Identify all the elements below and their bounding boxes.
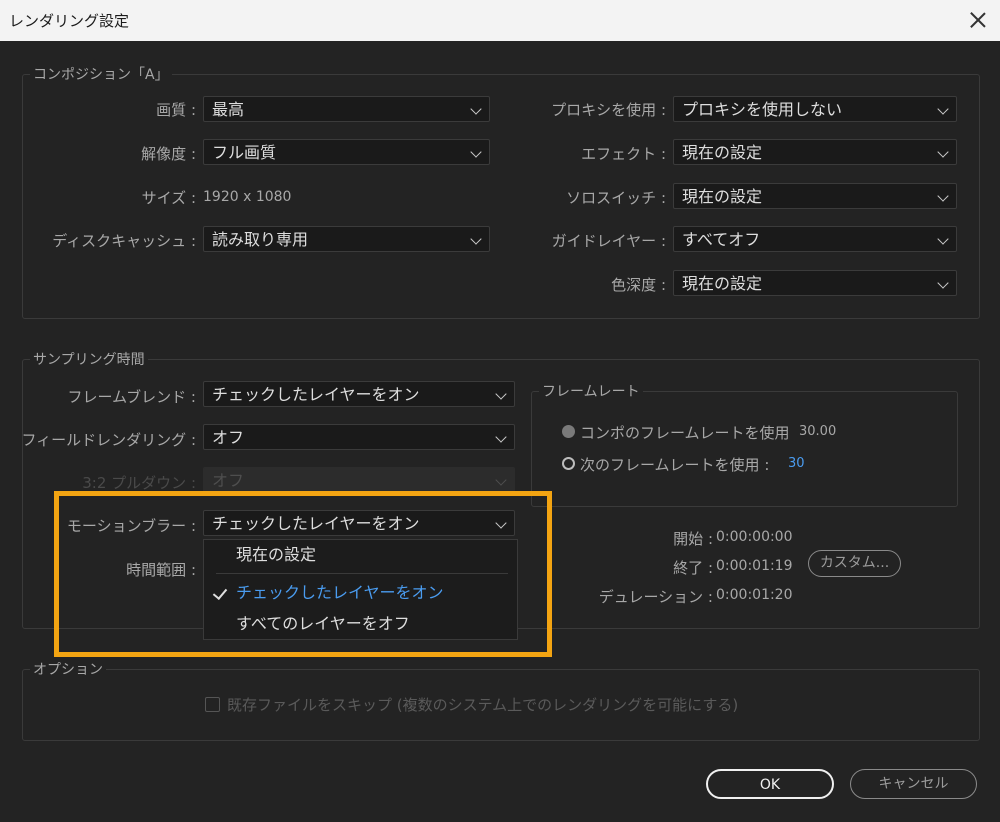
effects-value: 現在の設定 [682, 143, 763, 162]
start-value: 0:00:00:00 [716, 529, 793, 545]
field-render-value: オフ [212, 428, 245, 447]
color-depth-label: 色深度 : [611, 276, 666, 294]
frame-blend-select[interactable]: チェックしたレイヤーをオン [203, 381, 515, 407]
skip-existing-checkbox[interactable] [205, 697, 220, 712]
resolution-select[interactable]: フル画質 [203, 139, 490, 165]
frame-blend-value: チェックしたレイヤーをオン [212, 385, 420, 404]
framerate-legend: フレームレート [539, 381, 643, 401]
render-settings-dialog: コンポジション「A」 画質 : 最高 解像度 : フル画質 サイズ : 1920… [0, 41, 1000, 822]
start-label: 開始 : [673, 530, 713, 548]
duration-label: デュレーション : [598, 588, 713, 606]
chevron-down-icon [937, 103, 949, 115]
guide-layer-label: ガイドレイヤー : [551, 232, 666, 250]
color-depth-value: 現在の設定 [682, 274, 763, 293]
solo-value: 現在の設定 [682, 187, 763, 206]
resolution-value: フル画質 [212, 143, 277, 162]
effects-select[interactable]: 現在の設定 [673, 139, 957, 165]
chevron-down-icon [937, 277, 949, 289]
guide-layer-select[interactable]: すべてオフ [673, 226, 957, 252]
quality-label: 画質 : [156, 101, 196, 119]
chevron-down-icon [495, 431, 507, 443]
end-label: 終了 : [673, 559, 713, 577]
field-render-select[interactable]: オフ [203, 424, 515, 450]
chevron-down-icon [937, 146, 949, 158]
effects-label: エフェクト : [581, 145, 666, 163]
highlight-box [54, 491, 552, 657]
chevron-down-icon [495, 474, 507, 486]
quality-select[interactable]: 最高 [203, 96, 490, 122]
solo-label: ソロスイッチ : [566, 189, 666, 207]
sampling-legend: サンプリング時間 [30, 349, 148, 369]
framerate-group: フレームレート [531, 381, 958, 507]
chevron-down-icon [495, 388, 507, 400]
chevron-down-icon [937, 190, 949, 202]
use-comp-framerate-label: コンポのフレームレートを使用 [580, 424, 790, 442]
options-legend: オプション [30, 659, 106, 679]
skip-existing-label: 既存ファイルをスキップ (複数のシステム上でのレンダリングを可能にする) [227, 696, 739, 714]
ok-button[interactable]: OK [706, 769, 834, 799]
pulldown-value: オフ [212, 471, 245, 490]
pulldown-label: 3:2 プルダウン : [82, 474, 196, 492]
resolution-label: 解像度 : [141, 145, 196, 163]
quality-value: 最高 [212, 100, 245, 119]
disk-cache-value: 読み取り専用 [212, 230, 309, 249]
size-label: サイズ : [141, 189, 196, 207]
window-title: レンダリング設定 [9, 12, 130, 30]
disk-cache-select[interactable]: 読み取り専用 [203, 226, 490, 252]
chevron-down-icon [470, 146, 482, 158]
proxy-label: プロキシを使用 : [551, 101, 666, 119]
size-value: 1920 x 1080 [203, 189, 292, 205]
use-this-framerate-label: 次のフレームレートを使用 : [580, 456, 770, 474]
composition-legend: コンポジション「A」 [30, 64, 172, 84]
pulldown-select: オフ [203, 467, 515, 493]
solo-select[interactable]: 現在の設定 [673, 183, 957, 209]
cancel-button[interactable]: キャンセル [850, 769, 977, 799]
proxy-select[interactable]: プロキシを使用しない [673, 96, 957, 122]
duration-value: 0:00:01:20 [716, 587, 793, 603]
title-bar: レンダリング設定 [0, 0, 1000, 41]
use-comp-framerate-radio[interactable] [562, 425, 575, 438]
chevron-down-icon [470, 103, 482, 115]
use-this-framerate-radio[interactable] [562, 457, 575, 470]
cancel-button-label: キャンセル [878, 776, 949, 792]
end-value: 0:00:01:19 [716, 558, 793, 574]
frame-blend-label: フレームブレンド : [67, 388, 196, 406]
guide-layer-value: すべてオフ [682, 230, 761, 249]
color-depth-select[interactable]: 現在の設定 [673, 270, 957, 296]
custom-button-label: カスタム... [819, 555, 890, 571]
disk-cache-label: ディスクキャッシュ : [52, 232, 196, 250]
field-render-label: フィールドレンダリング : [21, 431, 196, 449]
close-icon[interactable] [966, 8, 990, 32]
chevron-down-icon [937, 233, 949, 245]
framerate-value-field[interactable]: 30 [788, 456, 805, 471]
chevron-down-icon [470, 233, 482, 245]
custom-button[interactable]: カスタム... [808, 550, 901, 577]
comp-framerate-value: 30.00 [799, 424, 837, 439]
ok-button-label: OK [759, 777, 781, 793]
proxy-value: プロキシを使用しない [682, 100, 843, 119]
